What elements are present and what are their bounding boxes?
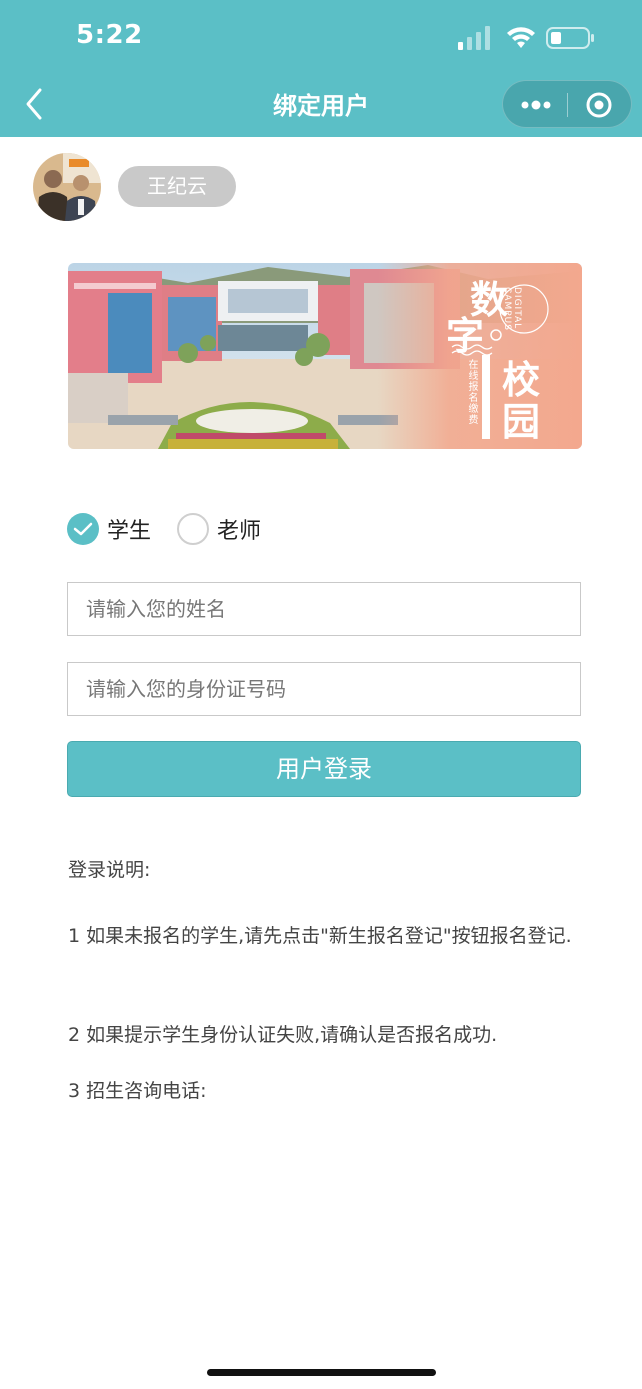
miniprogram-capsule <box>502 80 632 128</box>
role-student-label: 学生 <box>107 519 152 544</box>
more-dots-icon[interactable] <box>519 95 553 115</box>
instructions-title: 登录说明: <box>68 859 151 881</box>
radio-checked-icon[interactable] <box>67 513 99 545</box>
top-bar: 5:22 绑定用户 <box>0 0 642 137</box>
login-button[interactable]: 用户登录 <box>67 741 581 797</box>
wifi-icon <box>507 27 535 48</box>
target-icon[interactable] <box>585 91 613 119</box>
capsule-divider <box>567 93 568 117</box>
instruction-item: 2 如果提示学生身份认证失败,请确认是否报名成功. <box>68 1024 498 1046</box>
role-student-option[interactable]: 学生 <box>67 512 151 546</box>
role-teacher-option[interactable]: 老师 <box>177 512 261 546</box>
radio-unchecked-icon[interactable] <box>177 513 209 545</box>
banner-subtitle: 在线报名缴费 <box>466 359 477 425</box>
campus-banner: 数 字 校 园 DIGITAL CAMPUS 在线报名缴费 <box>68 263 582 449</box>
banner-char: 园 <box>502 400 541 444</box>
status-time: 5:22 <box>76 20 143 50</box>
battery-icon <box>546 27 594 49</box>
banner-english: DIGITAL CAMPUS <box>502 287 522 331</box>
name-input[interactable] <box>68 583 580 635</box>
avatar[interactable] <box>33 153 101 221</box>
instruction-item: 3 招生咨询电话: <box>68 1080 207 1102</box>
user-name-badge: 王纪云 <box>118 166 236 207</box>
status-icons <box>458 26 598 50</box>
home-indicator <box>207 1369 436 1376</box>
role-teacher-label: 老师 <box>217 519 262 544</box>
signal-icon <box>458 26 490 50</box>
name-field[interactable] <box>67 582 581 636</box>
id-number-field[interactable] <box>67 662 581 716</box>
instruction-item: 1 如果未报名的学生,请先点击"新生报名登记"按钮报名登记. <box>68 925 572 947</box>
id-number-input[interactable] <box>68 663 580 715</box>
banner-char: 字 <box>446 314 485 358</box>
